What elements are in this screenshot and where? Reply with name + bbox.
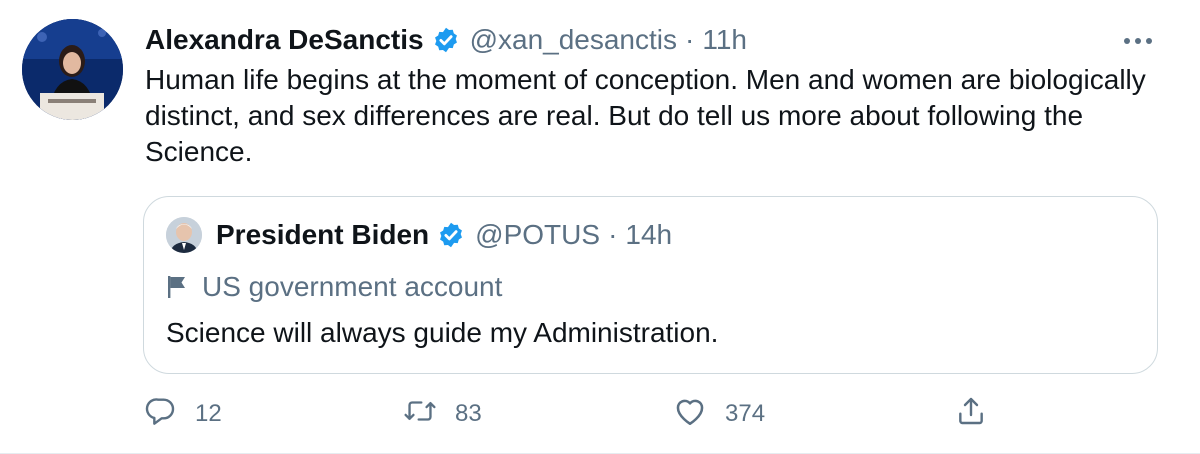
- retweet-button[interactable]: 83: [403, 394, 482, 434]
- reply-button[interactable]: 12: [145, 394, 222, 434]
- like-count: 374: [725, 400, 766, 427]
- tweet-timestamp[interactable]: 11h: [702, 22, 747, 58]
- flag-icon: [166, 274, 188, 300]
- more-dots-icon[interactable]: [1120, 30, 1156, 52]
- quoted-tweet-text: Science will always guide my Administrat…: [166, 317, 719, 348]
- tweet-text: Human life begins at the moment of conce…: [145, 64, 1146, 167]
- avatar-photo: [22, 19, 123, 120]
- quoted-tweet[interactable]: President Biden @POTUS · 14h US governme…: [143, 196, 1158, 374]
- share-button[interactable]: [955, 394, 987, 434]
- retweet-count: 83: [455, 400, 482, 427]
- retweet-icon: [403, 395, 437, 434]
- quoted-author-handle[interactable]: @POTUS: [475, 217, 600, 253]
- verified-badge-icon: [432, 26, 460, 54]
- tweet-header: Alexandra DeSanctis @xan_desanctis · 11h: [145, 22, 747, 58]
- quoted-tweet-header: President Biden @POTUS · 14h: [166, 217, 672, 253]
- government-account-text: US government account: [202, 271, 503, 302]
- like-button[interactable]: 374: [673, 394, 765, 434]
- quoted-tweet-timestamp[interactable]: 14h: [625, 217, 672, 253]
- author-name[interactable]: Alexandra DeSanctis: [145, 22, 424, 58]
- reply-icon: [145, 395, 177, 434]
- verified-badge-icon: [437, 221, 465, 249]
- separator-dot: ·: [608, 219, 618, 250]
- author-handle[interactable]: @xan_desanctis: [470, 22, 677, 58]
- quoted-author-name[interactable]: President Biden: [216, 217, 429, 253]
- reply-count: 12: [195, 400, 222, 427]
- share-icon: [955, 395, 987, 434]
- quoted-author-avatar: [166, 217, 202, 253]
- tweet-card[interactable]: Alexandra DeSanctis @xan_desanctis · 11h…: [0, 0, 1200, 454]
- separator-dot: ·: [685, 24, 695, 55]
- heart-icon: [673, 395, 707, 434]
- government-account-label[interactable]: US government account: [166, 269, 502, 305]
- author-avatar[interactable]: [22, 19, 123, 120]
- tweet-actions: 12 83 374: [145, 394, 1005, 434]
